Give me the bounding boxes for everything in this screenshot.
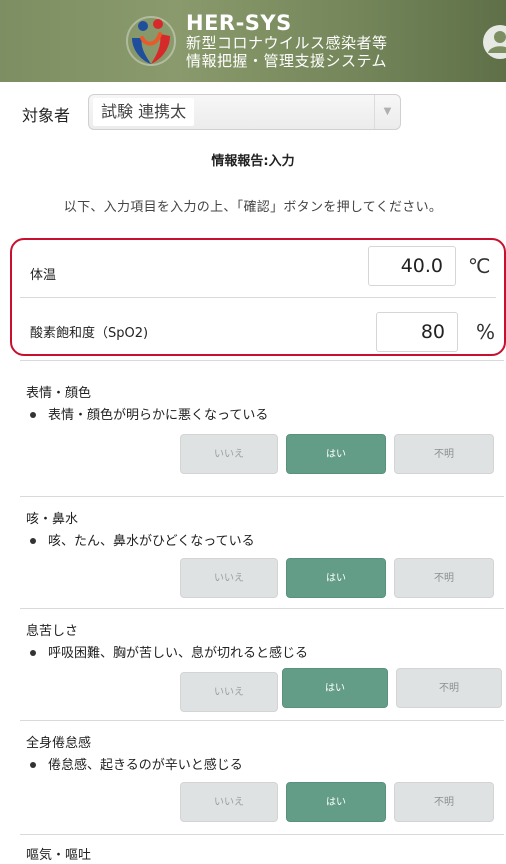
user-account-icon[interactable] — [480, 22, 506, 62]
symptom-title: 全身倦怠感 — [26, 736, 92, 751]
temperature-input[interactable]: 40.0 — [368, 246, 456, 286]
app-subtitle-line1: 新型コロナウイルス感染者等 — [186, 34, 388, 52]
spo2-row: 酸素飽和度（SpO2) 80 % — [20, 298, 496, 356]
choice-unknown-button[interactable]: 不明 — [394, 782, 494, 822]
spo2-label: 酸素飽和度（SpO2) — [30, 326, 149, 341]
choice-no-button[interactable]: いいえ — [180, 782, 278, 822]
choice-unknown-button[interactable]: 不明 — [394, 558, 494, 598]
symptom-title: 表情・顔色 — [26, 386, 92, 401]
divider — [20, 720, 504, 721]
subject-row: 対象者 試験 連携太 ▼ — [0, 92, 506, 132]
subject-select[interactable]: 試験 連携太 ▼ — [88, 94, 401, 130]
chevron-down-icon[interactable]: ▼ — [374, 95, 400, 129]
divider — [20, 834, 504, 835]
subject-selected-value: 試験 連携太 — [93, 98, 195, 126]
choice-yes-button[interactable]: はい — [286, 434, 386, 474]
bullet-icon — [30, 411, 36, 418]
subject-label: 対象者 — [22, 106, 71, 125]
temperature-unit: ℃ — [468, 254, 491, 278]
symptom-title: 咳・鼻水 — [26, 512, 79, 527]
app-header: HER-SYS 新型コロナウイルス感染者等 情報把握・管理支援システム — [0, 0, 506, 82]
bullet-icon — [30, 537, 36, 544]
choice-yes-button[interactable]: はい — [286, 558, 386, 598]
symptom-description-text: 倦怠感、起きるのが辛いと感じる — [48, 758, 243, 773]
choice-no-button[interactable]: いいえ — [180, 558, 278, 598]
divider — [20, 360, 504, 361]
symptom-description: 呼吸困難、胸が苦しい、息が切れると感じる — [30, 642, 308, 661]
her-sys-logo-icon — [126, 16, 176, 66]
symptom-description-text: 咳、たん、鼻水がひどくなっている — [48, 534, 255, 549]
bullet-icon — [30, 649, 36, 656]
vitals-highlight-box: 体温 40.0 ℃ 酸素飽和度（SpO2) 80 % — [10, 238, 506, 356]
temperature-label: 体温 — [30, 268, 57, 283]
symptom-description: 倦怠感、起きるのが辛いと感じる — [30, 754, 243, 773]
bullet-icon — [30, 761, 36, 768]
symptom-description: 表情・顔色が明らかに悪くなっている — [30, 404, 268, 423]
spo2-unit: % — [476, 320, 496, 344]
symptom-description: 咳、たん、鼻水がひどくなっている — [30, 530, 255, 549]
instruction-text: 以下、入力項目を入力の上、「確認」ボタンを押してください。 — [63, 200, 443, 215]
divider — [20, 496, 504, 497]
symptom-title: 嘔気・嘔吐 — [26, 848, 92, 863]
brand-block: HER-SYS 新型コロナウイルス感染者等 情報把握・管理支援システム — [186, 12, 388, 70]
page-title: 情報報告:入力 — [211, 154, 295, 169]
choice-yes-button[interactable]: はい — [286, 782, 386, 822]
divider — [20, 608, 504, 609]
app-name: HER-SYS — [186, 11, 292, 35]
choice-unknown-button[interactable]: 不明 — [394, 434, 494, 474]
symptom-description-text: 呼吸困難、胸が苦しい、息が切れると感じる — [48, 646, 309, 661]
choice-unknown-button[interactable]: 不明 — [396, 668, 502, 708]
choice-no-button[interactable]: いいえ — [180, 672, 278, 712]
symptom-description-text: 表情・顔色が明らかに悪くなっている — [48, 408, 269, 423]
choice-no-button[interactable]: いいえ — [180, 434, 278, 474]
symptom-title: 息苦しさ — [26, 624, 79, 639]
choice-yes-button[interactable]: はい — [282, 668, 388, 708]
app-subtitle-line2: 情報把握・管理支援システム — [186, 52, 388, 70]
spo2-input[interactable]: 80 — [376, 312, 458, 352]
temperature-row: 体温 40.0 ℃ — [20, 240, 496, 298]
